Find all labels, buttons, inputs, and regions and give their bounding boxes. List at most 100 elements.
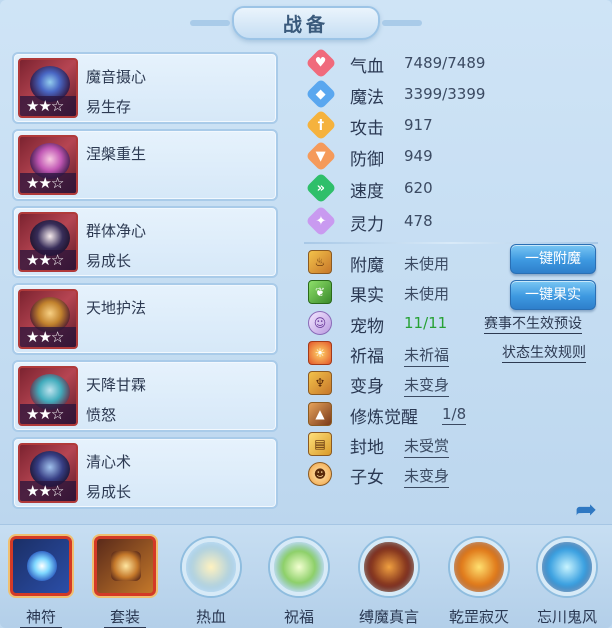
tab-set[interactable]: 套装 (90, 532, 160, 628)
tab-label: 乾罡寂灭 (448, 608, 509, 626)
one-click-enchant-button[interactable]: 一键附魔 (510, 244, 596, 274)
stat-hp: ♥ 气血 7489/7489 (305, 47, 508, 79)
tab-bless[interactable]: 祝福 (264, 532, 334, 628)
stat-value: 3399/3399 (404, 85, 486, 103)
magic-icon: ◆ (305, 78, 337, 110)
tab-qiangang[interactable]: 乾罡寂灭 (444, 532, 514, 628)
set-icon (94, 536, 156, 596)
stat-label: 灵力 (350, 215, 384, 235)
stat-spirit: ✦ 灵力 478 (305, 205, 508, 237)
stat-label: 攻击 (350, 119, 384, 139)
stat-value: 620 (404, 179, 433, 197)
item-value[interactable]: 未祈福 (404, 344, 450, 367)
star-rating: ★★☆ (20, 481, 76, 501)
fruit-icon: ❦ (308, 280, 332, 304)
stat-value: 7489/7489 (404, 54, 486, 72)
tab-label: 神符 (20, 606, 62, 628)
spirit-icon: ✦ (305, 205, 337, 237)
skill-tag: 易成长 (86, 483, 132, 501)
skill-icon: ★★☆ (18, 289, 78, 349)
skill-name: 群体净心 (86, 222, 147, 240)
tab-bind-demon[interactable]: 缚魔真言 (354, 532, 424, 628)
skill-card[interactable]: ★★☆ 清心术 易成长 (12, 437, 278, 509)
stat-label: 速度 (350, 182, 384, 202)
skill-icon: ★★☆ (18, 58, 78, 118)
star-rating: ★★☆ (20, 327, 76, 347)
blessing-icon: ☀ (308, 341, 332, 365)
stat-value: 917 (404, 116, 433, 134)
item-fief[interactable]: ▤ 封地 未受赏 (308, 432, 608, 460)
cultivation-icon: ▲ (308, 402, 332, 426)
enchant-icon: ♨ (308, 250, 332, 274)
stat-defense: ▼ 防御 949 (305, 140, 508, 172)
skill-name: 天地护法 (86, 299, 147, 317)
preset-link[interactable]: 赛事不生效预设 (484, 315, 582, 334)
pet-icon: ☺ (308, 311, 332, 335)
item-value: 未使用 (404, 285, 450, 303)
child-icon: ☻ (308, 462, 332, 486)
tab-label: 缚魔真言 (358, 608, 419, 626)
skill-name: 魔音摄心 (86, 68, 147, 86)
item-value: 11/11 (404, 314, 448, 332)
star-rating: ★★☆ (20, 250, 76, 270)
skill-name: 清心术 (86, 453, 132, 471)
item-cultivation[interactable]: ▲ 修炼觉醒 1/8 (308, 402, 608, 430)
skill-tag: 易生存 (86, 98, 132, 116)
item-transform[interactable]: ♆ 变身 未变身 (308, 371, 608, 399)
skill-icon: ★★☆ (18, 443, 78, 503)
skill-icon: ★★☆ (18, 366, 78, 426)
tab-label: 套装 (104, 606, 146, 628)
tab-rune[interactable]: 神符 (6, 532, 76, 628)
item-child[interactable]: ☻ 子女 未变身 (308, 462, 608, 490)
tab-wangchuan[interactable]: 忘川鬼风 (532, 532, 602, 628)
stat-speed: » 速度 620 (305, 172, 508, 204)
fief-icon: ▤ (308, 432, 332, 456)
star-rating: ★★☆ (20, 96, 76, 116)
item-label: 变身 (350, 377, 384, 397)
share-icon[interactable]: ➦ (570, 496, 602, 524)
item-label: 子女 (350, 468, 384, 488)
one-click-fruit-button[interactable]: 一键果实 (510, 280, 596, 310)
skill-tag: 易成长 (86, 252, 132, 270)
item-value[interactable]: 未变身 (404, 374, 450, 397)
item-value: 未使用 (404, 255, 450, 273)
bless-icon (270, 538, 328, 596)
item-label: 祈福 (350, 347, 384, 367)
speed-icon: » (305, 172, 337, 204)
item-value[interactable]: 未变身 (404, 465, 450, 488)
passion-icon (182, 538, 240, 596)
stat-label: 魔法 (350, 88, 384, 108)
skill-card[interactable]: ★★☆ 天地护法 (12, 283, 278, 355)
skill-icon: ★★☆ (18, 212, 78, 272)
tab-label: 热血 (195, 608, 226, 626)
tab-label: 祝福 (283, 608, 314, 626)
rune-icon (10, 536, 72, 596)
item-label: 修炼觉醒 (350, 408, 418, 428)
heart-icon: ♥ (305, 47, 337, 79)
equipment-panel: 战备 ★★☆ 魔音摄心 易生存 ★★☆ 涅槃重生 ★★☆ 群体净心 易成长 ★★… (0, 0, 612, 628)
qiangang-icon (450, 538, 508, 596)
transform-icon: ♆ (308, 371, 332, 395)
tab-passion[interactable]: 热血 (176, 532, 246, 628)
skill-tag: 愤怒 (86, 406, 117, 424)
stat-mp: ◆ 魔法 3399/3399 (305, 78, 508, 110)
stat-label: 防御 (350, 150, 384, 170)
item-label: 果实 (350, 286, 384, 306)
skill-card[interactable]: ★★☆ 涅槃重生 (12, 129, 278, 201)
skill-card[interactable]: ★★☆ 魔音摄心 易生存 (12, 52, 278, 124)
stat-label: 气血 (350, 57, 384, 77)
skill-name: 涅槃重生 (86, 145, 147, 163)
wangchuan-icon (538, 538, 596, 596)
rules-link[interactable]: 状态生效规则 (502, 344, 586, 363)
star-rating: ★★☆ (20, 404, 76, 424)
skill-card[interactable]: ★★☆ 群体净心 易成长 (12, 206, 278, 278)
skill-name: 天降甘霖 (86, 376, 147, 394)
skill-icon: ★★☆ (18, 135, 78, 195)
skill-card[interactable]: ★★☆ 天降甘霖 愤怒 (12, 360, 278, 432)
bind-demon-icon (360, 538, 418, 596)
item-value[interactable]: 未受赏 (404, 435, 450, 458)
item-value[interactable]: 1/8 (442, 405, 467, 425)
page-title: 战备 (282, 13, 329, 36)
item-label: 封地 (350, 438, 384, 458)
item-label: 附魔 (350, 256, 384, 276)
